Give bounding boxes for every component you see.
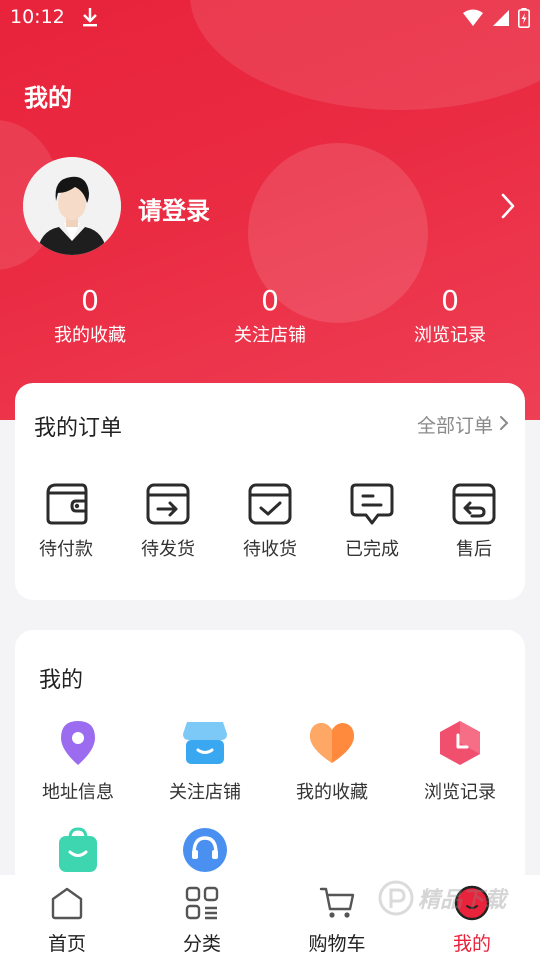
order-item-label: 待收货 — [243, 539, 297, 560]
watermark-logo: 精品下载 — [378, 880, 506, 916]
login-link[interactable]: 请登录 — [138, 191, 210, 226]
box-check-icon — [220, 481, 320, 527]
mine-followed-stores[interactable]: 关注店铺 — [142, 718, 268, 804]
stat-label: 浏览记录 — [414, 325, 486, 346]
stat-history[interactable]: 0 浏览记录 — [380, 284, 520, 347]
wifi-icon — [462, 9, 484, 31]
status-bar: 10:12 — [0, 0, 540, 38]
page-title: 我的 — [24, 84, 72, 112]
battery-icon — [518, 8, 530, 32]
orders-card: 我的订单 全部订单 待付款 待发货 待收货 已完成 售后 — [15, 383, 525, 600]
all-orders-link[interactable]: 全部订单 — [417, 411, 509, 438]
stat-value: 0 — [261, 284, 279, 317]
home-icon — [7, 883, 127, 923]
store-icon — [180, 718, 230, 768]
tab-label: 我的 — [452, 933, 491, 955]
order-item-label: 售后 — [456, 539, 492, 560]
order-item-label: 待付款 — [39, 539, 93, 560]
stat-label: 我的收藏 — [54, 325, 126, 346]
tab-category[interactable]: 分类 — [142, 883, 262, 956]
stat-label: 关注店铺 — [234, 325, 306, 346]
headset-icon — [180, 825, 230, 875]
mine-item-label: 关注店铺 — [169, 782, 241, 803]
mine-favorites[interactable]: 我的收藏 — [269, 718, 395, 804]
mine-history[interactable]: 浏览记录 — [397, 718, 523, 804]
wallet-icon — [16, 481, 116, 527]
clock-icon — [435, 718, 485, 768]
location-pin-icon — [53, 718, 103, 768]
mine-item-label: 我的收藏 — [296, 782, 368, 803]
stat-followed-stores[interactable]: 0 关注店铺 — [200, 284, 340, 347]
tab-label: 分类 — [182, 933, 221, 955]
avatar[interactable] — [23, 157, 121, 255]
heart-icon — [307, 718, 357, 768]
signal-icon — [492, 9, 510, 31]
order-item-label: 已完成 — [345, 539, 399, 560]
mine-item-label: 浏览记录 — [424, 782, 496, 803]
tab-label: 首页 — [47, 933, 86, 955]
stat-value: 0 — [441, 284, 459, 317]
download-icon — [81, 6, 99, 32]
box-arrow-icon — [118, 481, 218, 527]
stat-favorites[interactable]: 0 我的收藏 — [20, 284, 160, 347]
category-icon — [142, 883, 262, 923]
order-completed[interactable]: 已完成 — [322, 481, 422, 561]
chat-done-icon — [322, 481, 422, 527]
box-return-icon — [424, 481, 524, 527]
chevron-right-icon[interactable] — [500, 193, 516, 223]
order-pending-receipt[interactable]: 待收货 — [220, 481, 320, 561]
status-time: 10:12 — [10, 6, 65, 28]
mine-title: 我的 — [39, 668, 84, 693]
mine-address[interactable]: 地址信息 — [15, 718, 141, 804]
chevron-right-icon — [499, 414, 509, 436]
stat-value: 0 — [81, 284, 99, 317]
mine-item-label: 地址信息 — [42, 782, 114, 803]
order-pending-payment[interactable]: 待付款 — [16, 481, 116, 561]
orders-title: 我的订单 — [34, 416, 123, 441]
tab-label: 购物车 — [308, 933, 366, 955]
order-item-label: 待发货 — [141, 539, 195, 560]
order-after-sales[interactable]: 售后 — [424, 481, 524, 561]
all-orders-label: 全部订单 — [416, 415, 493, 437]
order-pending-shipment[interactable]: 待发货 — [118, 481, 218, 561]
shopping-bag-icon — [53, 825, 103, 875]
mine-card: 我的 地址信息 关注店铺 我的收藏 浏览记录 — [15, 630, 525, 890]
tab-home[interactable]: 首页 — [7, 883, 127, 956]
